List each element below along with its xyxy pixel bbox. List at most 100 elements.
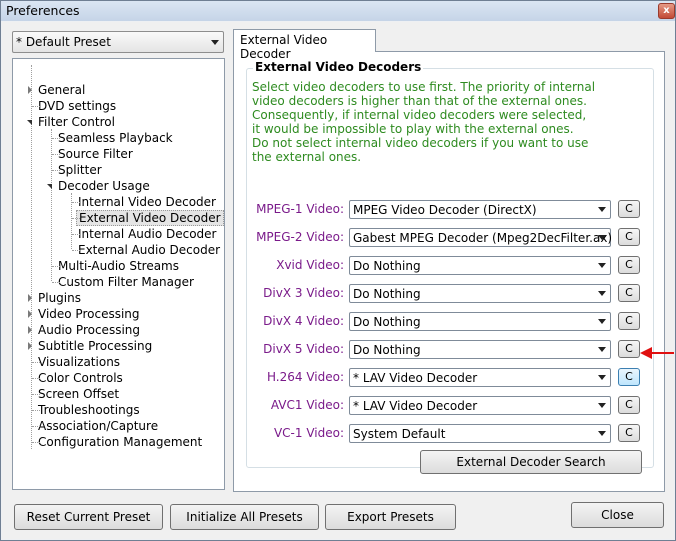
select-value: Do Nothing [353,343,421,357]
tree-item-configuration-management[interactable]: Configuration Management [25,434,204,450]
tree-connector [32,394,40,395]
tree-connector [32,106,40,107]
tab-label: External Video Decoder [240,33,328,61]
dialog-client: * Default Preset General DVD settings Fi… [2,22,674,539]
settings-tree[interactable]: General DVD settings Filter Control Seam… [12,58,225,490]
external-decoder-search-button[interactable]: External Decoder Search [420,450,642,474]
tree-item-color-controls[interactable]: Color Controls [25,370,125,386]
divx4-video-config-button[interactable]: C [618,312,640,330]
h264-video-select[interactable]: * LAV Video Decoder [349,368,611,387]
tree-item-filter-control[interactable]: Filter Control [25,114,117,130]
divx5-video-label: DivX 5 Video: [263,342,344,356]
window-close-button[interactable]: x [658,3,675,19]
mpeg2-video-label: MPEG-2 Video: [256,230,344,244]
divx5-video-select[interactable]: Do Nothing [349,340,611,359]
tree-item-troubleshootings[interactable]: Troubleshootings [25,402,142,418]
tree-item-seamless-playback[interactable]: Seamless Playback [45,130,175,146]
tree-item-dvd-settings[interactable]: DVD settings [25,98,118,114]
tree-item-splitter[interactable]: Splitter [45,162,104,178]
tree-item-subtitle-processing[interactable]: Subtitle Processing [25,338,154,354]
tree-item-label: Color Controls [38,371,123,385]
tree-item-audio-processing[interactable]: Audio Processing [25,322,142,338]
divx5-video-config-button[interactable]: C [618,340,640,358]
collapse-arrow-icon[interactable] [27,120,32,125]
h264-video-config-button[interactable]: C [618,368,640,386]
tree-item-label: Screen Offset [38,387,120,401]
expand-arrow-icon[interactable] [28,326,32,334]
tree-item-label: Internal Audio Decoder [78,227,217,241]
tree-item-label: Source Filter [58,147,133,161]
tree-item-custom-filter-manager[interactable]: Custom Filter Manager [45,274,196,290]
avc1-video-config-button[interactable]: C [618,396,640,414]
avc1-video-select[interactable]: * LAV Video Decoder [349,396,611,415]
collapse-arrow-icon[interactable] [47,184,52,189]
divx4-video-select[interactable]: Do Nothing [349,312,611,331]
tree-item-video-processing[interactable]: Video Processing [25,306,142,322]
tree-connector [72,218,80,219]
select-value: * LAV Video Decoder [353,399,478,413]
tree-item-label: Video Processing [38,307,140,321]
tree-item-source-filter[interactable]: Source Filter [45,146,135,162]
chevron-down-icon [211,40,219,45]
window-title: Preferences [6,3,80,18]
tree-connector [32,442,40,443]
reset-current-preset-button[interactable]: Reset Current Preset [14,504,163,530]
info-line: Consequently, if internal video decoders… [252,108,587,122]
export-presets-button[interactable]: Export Presets [325,504,456,530]
vc1-video-config-button[interactable]: C [618,424,640,442]
tree-item-multi-audio-streams[interactable]: Multi-Audio Streams [45,258,181,274]
initialize-all-presets-button[interactable]: Initialize All Presets [170,504,319,530]
tree-item-label: External Video Decoder [76,210,224,226]
mpeg2-video-config-button[interactable]: C [618,228,640,246]
tree-connector [32,410,40,411]
tab-page: External Video Decoders Select video dec… [233,51,665,492]
xvid-video-select[interactable]: Do Nothing [349,256,611,275]
select-value: * LAV Video Decoder [353,371,478,385]
tree-item-internal-video-decoder[interactable]: Internal Video Decoder [65,194,218,210]
expand-arrow-icon[interactable] [28,86,32,94]
tree-item-internal-audio-decoder[interactable]: Internal Audio Decoder [65,226,218,242]
tree-item-plugins[interactable]: Plugins [25,290,83,306]
preferences-window: Preferences x * Default Preset General D… [0,0,676,541]
tree-item-association-capture[interactable]: Association/Capture [25,418,160,434]
expand-arrow-icon[interactable] [28,310,32,318]
tree-item-label: Decoder Usage [58,179,150,193]
tree-item-label: Audio Processing [38,323,140,337]
tree-item-label: Association/Capture [38,419,159,433]
tree-item-visualizations[interactable]: Visualizations [25,354,122,370]
tab-external-video-decoder[interactable]: External Video Decoder [233,29,376,61]
tree-item-screen-offset[interactable]: Screen Offset [25,386,121,402]
tree-item-label: Plugins [38,291,81,305]
divx3-video-select[interactable]: Do Nothing [349,284,611,303]
expand-arrow-icon[interactable] [28,294,32,302]
tree-connector [32,426,40,427]
title-bar: Preferences x [1,1,675,21]
chevron-down-icon [598,347,606,352]
chevron-down-icon [598,431,606,436]
mpeg1-video-select[interactable]: MPEG Video Decoder (DirectX) [349,200,611,219]
tree-item-external-video-decoder[interactable]: External Video Decoder [65,210,224,226]
tree-item-label: Custom Filter Manager [58,275,194,289]
tree-item-label: Configuration Management [38,435,203,449]
tree-connector [52,170,60,171]
tree-connector [52,266,60,267]
tree-item-general[interactable]: General [25,82,87,98]
tree-item-decoder-usage[interactable]: Decoder Usage [45,178,152,194]
tree-item-external-audio-decoder[interactable]: External Audio Decoder [65,242,222,258]
preset-select[interactable]: * Default Preset [12,31,224,53]
select-value: MPEG Video Decoder (DirectX) [353,203,537,217]
select-value: Do Nothing [353,259,421,273]
chevron-down-icon [598,375,606,380]
tree-connector [52,138,60,139]
select-value: Do Nothing [353,287,421,301]
expand-arrow-icon[interactable] [28,342,32,350]
chevron-down-icon [598,291,606,296]
divx3-video-config-button[interactable]: C [618,284,640,302]
chevron-down-icon [598,403,606,408]
mpeg2-video-select[interactable]: Gabest MPEG Decoder (Mpeg2DecFilter.ax) [349,228,612,247]
info-line: the external ones. [252,150,362,164]
mpeg1-video-config-button[interactable]: C [618,200,640,218]
vc1-video-select[interactable]: System Default [349,424,611,443]
close-button[interactable]: Close [571,502,664,528]
xvid-video-config-button[interactable]: C [618,256,640,274]
